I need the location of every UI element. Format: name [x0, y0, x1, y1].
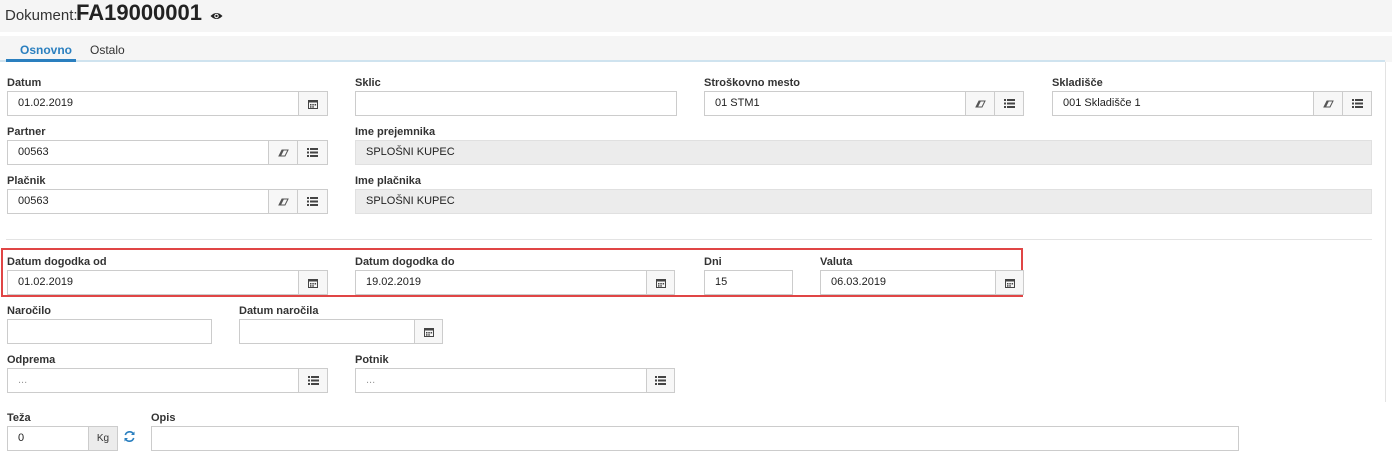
calendar-icon	[308, 278, 318, 288]
eye-icon[interactable]	[210, 8, 223, 26]
eraser-icon	[974, 100, 986, 107]
sklic-label: Sklic	[355, 77, 381, 89]
tab-ostalo[interactable]: Ostalo	[90, 43, 125, 57]
datum-label: Datum	[7, 77, 42, 89]
document-header: Dokument: FA19000001	[0, 0, 1392, 32]
partner-list-button[interactable]	[297, 140, 328, 165]
ime-prejemnika-label: Ime prejemnika	[355, 126, 436, 138]
list-icon	[307, 197, 318, 206]
odprema-label: Odprema	[7, 354, 56, 366]
teza-field[interactable]: 0	[7, 426, 89, 451]
eraser-icon	[1322, 100, 1334, 107]
valuta-field[interactable]: 06.03.2019	[820, 270, 996, 295]
potnik-label: Potnik	[355, 354, 389, 366]
dni-field[interactable]: 15	[704, 270, 793, 295]
refresh-icon[interactable]	[123, 430, 136, 448]
partner-clear-button[interactable]	[268, 140, 298, 165]
active-tab-indicator	[6, 59, 76, 62]
list-icon	[1003, 99, 1015, 108]
skladisce-clear-button[interactable]	[1313, 91, 1343, 116]
placnik-label: Plačnik	[7, 175, 46, 187]
opis-label: Opis	[151, 412, 176, 424]
partner-label: Partner	[7, 126, 46, 138]
datum-calendar-button[interactable]	[298, 91, 328, 116]
stroskovno-mesto-label: Stroškovno mesto	[704, 77, 800, 89]
eraser-icon	[277, 198, 289, 205]
list-icon	[1351, 99, 1363, 108]
potnik-list-button[interactable]	[646, 368, 675, 393]
panel-edge	[1385, 62, 1386, 402]
tab-bar	[0, 36, 1392, 62]
section-divider	[6, 239, 1372, 240]
ime-prejemnika-field: SPLOŠNI KUPEC	[355, 140, 1372, 165]
calendar-icon	[423, 327, 434, 337]
list-icon	[655, 376, 666, 385]
skladisce-label: Skladišče	[1052, 77, 1103, 89]
sklic-field[interactable]	[355, 91, 677, 116]
stroskovno-mesto-field[interactable]: 01 STM1	[704, 91, 966, 116]
valuta-label: Valuta	[820, 256, 853, 268]
skladisce-list-button[interactable]	[1342, 91, 1372, 116]
narocilo-label: Naročilo	[7, 305, 52, 317]
dni-label: Dni	[704, 256, 722, 268]
skladisce-field[interactable]: 001 Skladišče 1	[1052, 91, 1314, 116]
valuta-calendar-button[interactable]	[995, 270, 1024, 295]
datum-dogodka-do-label: Datum dogodka do	[355, 256, 455, 268]
document-number: FA19000001	[76, 0, 202, 25]
datum-dogodka-do-field[interactable]: 19.02.2019	[355, 270, 647, 295]
stroskovno-mesto-clear-button[interactable]	[965, 91, 995, 116]
calendar-icon	[308, 99, 318, 109]
calendar-icon	[655, 278, 666, 288]
tab-divider	[0, 60, 1385, 62]
datum-dogodka-od-field[interactable]: 01.02.2019	[7, 270, 299, 295]
opis-field[interactable]	[151, 426, 1239, 451]
odprema-list-button[interactable]	[298, 368, 328, 393]
datum-field[interactable]: 01.02.2019	[7, 91, 299, 116]
tab-osnovno[interactable]: Osnovno	[20, 43, 72, 57]
datum-narocila-field[interactable]	[239, 319, 415, 344]
narocilo-field[interactable]	[7, 319, 212, 344]
datum-dogodka-od-calendar-button[interactable]	[298, 270, 328, 295]
datum-narocila-calendar-button[interactable]	[414, 319, 443, 344]
placnik-field[interactable]: 00563	[7, 189, 269, 214]
datum-narocila-label: Datum naročila	[239, 305, 319, 317]
list-icon	[307, 376, 319, 385]
document-label: Dokument:	[5, 7, 78, 24]
list-icon	[307, 148, 318, 157]
eraser-icon	[277, 149, 289, 156]
datum-dogodka-od-label: Datum dogodka od	[7, 256, 107, 268]
teza-unit: Kg	[88, 426, 118, 451]
potnik-field[interactable]: ...	[355, 368, 647, 393]
placnik-clear-button[interactable]	[268, 189, 298, 214]
ime-placnika-field: SPLOŠNI KUPEC	[355, 189, 1372, 214]
datum-dogodka-do-calendar-button[interactable]	[646, 270, 675, 295]
ime-placnika-label: Ime plačnika	[355, 175, 422, 187]
calendar-icon	[1004, 278, 1015, 288]
stroskovno-mesto-list-button[interactable]	[994, 91, 1024, 116]
partner-field[interactable]: 00563	[7, 140, 269, 165]
odprema-field[interactable]: ...	[7, 368, 299, 393]
placnik-list-button[interactable]	[297, 189, 328, 214]
teza-label: Teža	[7, 412, 31, 424]
